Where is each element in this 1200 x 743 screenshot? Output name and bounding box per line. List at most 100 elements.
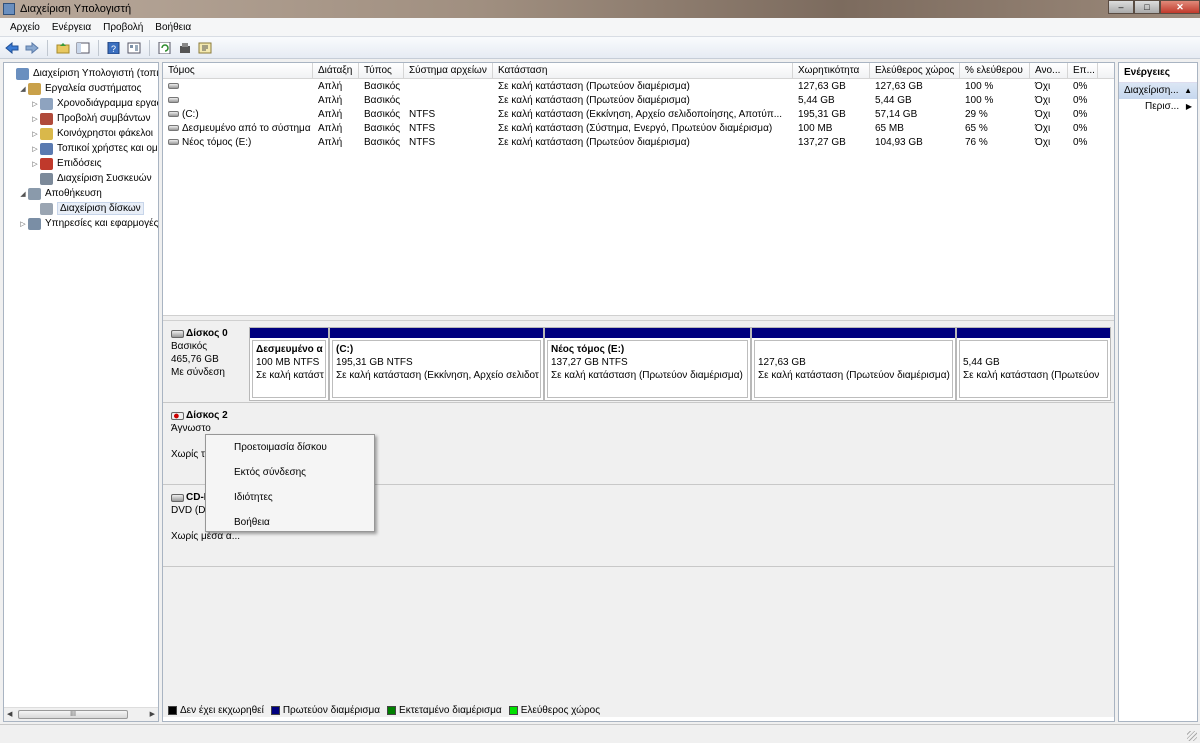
scroll-left-icon[interactable]: ◀	[7, 710, 12, 718]
cell-free-space: 104,93 GB	[870, 136, 960, 150]
column-header-fault-tolerance[interactable]: Ανο...	[1030, 63, 1068, 79]
column-header-capacity[interactable]: Χωρητικότητα	[793, 63, 870, 79]
column-header-overhead[interactable]: Επ...	[1068, 63, 1098, 79]
tree-item-device-manager[interactable]: Διαχείριση Συσκευών	[30, 171, 152, 186]
menu-help[interactable]: Βοήθεια	[149, 22, 197, 33]
scroll-right-icon[interactable]: ▶	[150, 710, 155, 718]
table-row[interactable]: (C:) Απλή Βασικός NTFS Σε καλή κατάσταση (Εκ…	[163, 108, 1114, 122]
table-row[interactable]: Δεσμευμένο από το σύστημα Απλή Βασικός NTFS…	[163, 122, 1114, 136]
actions-more-label: Περισ...	[1145, 101, 1180, 112]
cell-text: Όχι	[1035, 137, 1051, 148]
cell-status: Σε καλή κατάσταση (Εκκίνηση, Αρχείο σελι…	[493, 108, 793, 122]
navigation-tree: Διαχείριση Υπολογιστή (τοπικ ◢ Εργαλεία συ…	[3, 62, 159, 722]
collapsed-arrow-icon[interactable]: ▷	[30, 145, 40, 153]
back-icon[interactable]	[4, 40, 20, 56]
tree-horizontal-scrollbar[interactable]: ◀ III ▶	[4, 707, 158, 721]
menu-item-offline[interactable]: Εκτός σύνδεσης	[206, 462, 374, 487]
table-row[interactable]: Απλή Βασικός Σε καλή κατάσταση (Πρωτεύον δ…	[163, 94, 1114, 108]
minimize-button[interactable]: –	[1108, 0, 1134, 14]
menu-action[interactable]: Ενέργεια	[46, 22, 97, 33]
cell-layout: Απλή	[313, 122, 359, 136]
collapsed-arrow-icon[interactable]: ▷	[30, 100, 40, 108]
menu-view[interactable]: Προβολή	[97, 22, 149, 33]
legend-item-primary-partition: Πρωτεύον διαμέρισμα	[270, 704, 381, 716]
legend-label: Πρωτεύον διαμέρισμα	[282, 704, 381, 716]
partition-block[interactable]: Νέος τόμος (E:) 137,27 GB NTFS Σε καλή κατ…	[544, 327, 751, 401]
disk-info-line: Βασικός	[171, 341, 208, 352]
svg-text:?: ?	[111, 44, 116, 54]
column-header-volume[interactable]: Τόμος	[163, 63, 313, 79]
export-icon[interactable]	[197, 40, 213, 56]
tree-item-system-tools[interactable]: ◢ Εργαλεία συστήματος	[18, 81, 141, 96]
primary-partition-bar	[330, 328, 543, 338]
collapsed-arrow-icon[interactable]: ▷	[30, 160, 40, 168]
partition-block[interactable]: 5,44 GB Σε καλή κατάσταση (Πρωτεύον	[956, 327, 1111, 401]
cell-text: Απλή	[318, 81, 343, 92]
column-header-file-system[interactable]: Σύστημα αρχείων	[404, 63, 493, 79]
tree-item-event-viewer[interactable]: ▷ Προβολή συμβάντων	[30, 111, 151, 126]
tree-item-services-applications[interactable]: ▷ Υπηρεσίες και εφαρμογές	[18, 216, 158, 231]
cell-text: 0%	[1073, 109, 1088, 120]
menu-item-properties[interactable]: Ιδιότητες	[206, 487, 374, 512]
tree-item-performance[interactable]: ▷ Επιδόσεις	[30, 156, 102, 171]
cell-type: Βασικός	[359, 80, 404, 94]
services-applications-icon	[28, 217, 41, 230]
volume-icon	[168, 111, 179, 118]
collapsed-arrow-icon[interactable]: ▷	[30, 115, 40, 123]
device-manager-icon	[40, 172, 53, 185]
up-folder-icon[interactable]	[55, 40, 71, 56]
cell-text: 0%	[1073, 137, 1088, 148]
partition-name: (C:)	[336, 344, 354, 355]
column-header-status[interactable]: Κατάσταση	[493, 63, 793, 79]
partition-body: Νέος τόμος (E:) 137,27 GB NTFS Σε καλή κατ…	[547, 340, 748, 398]
cell-text: 0%	[1073, 95, 1088, 106]
menu-bar: Αρχείο Ενέργεια Προβολή Βοήθεια	[0, 18, 1200, 37]
disk-label[interactable]: Δίσκος 0 Βασικός 465,76 GB Με σύνδεση	[165, 325, 247, 401]
cell-text: Σε καλή κατάσταση (Πρωτεύον διαμέρισμα)	[498, 137, 690, 148]
actions-section-disk-management[interactable]: Διαχείριση... ▲	[1119, 83, 1197, 99]
refresh-icon[interactable]	[157, 40, 173, 56]
tree-item-label: Αποθήκευση	[45, 188, 102, 199]
partition-block[interactable]: 127,63 GB Σε καλή κατάσταση (Πρωτεύον δια…	[751, 327, 956, 401]
expanded-arrow-icon[interactable]: ◢	[18, 190, 28, 198]
partition-block[interactable]: Δεσμευμένο α 100 MB NTFS Σε καλή κατάστ	[249, 327, 329, 401]
close-button[interactable]: ✕	[1160, 0, 1200, 14]
show-hide-tree-icon[interactable]	[75, 40, 91, 56]
forward-icon[interactable]	[24, 40, 40, 56]
tree-item-task-scheduler[interactable]: ▷ Χρονοδιάγραμμα εργασ	[30, 96, 158, 111]
collapse-up-icon[interactable]: ▲	[1184, 83, 1192, 99]
cell-free-space: 5,44 GB	[870, 94, 960, 108]
title-bar: Διαχείριση Υπολογιστή – □ ✕	[0, 0, 1200, 18]
menu-item-initialize-disk[interactable]: Προετοιμασία δίσκου	[206, 437, 374, 462]
cell-overhead: 0%	[1068, 80, 1098, 94]
column-header-type[interactable]: Τύπος	[359, 63, 404, 79]
tree-item-local-users-groups[interactable]: ▷ Τοπικοί χρήστες και ομ	[30, 141, 158, 156]
expanded-arrow-icon[interactable]: ◢	[18, 85, 28, 93]
cell-status: Σε καλή κατάσταση (Πρωτεύον διαμέρισμα)	[493, 136, 793, 150]
cell-overhead: 0%	[1068, 108, 1098, 122]
column-header-free-space[interactable]: Ελεύθερος χώρος	[870, 63, 960, 79]
column-header-layout[interactable]: Διάταξη	[313, 63, 359, 79]
table-row[interactable]: Νέος τόμος (E:) Απλή Βασικός NTFS Σε καλή κα…	[163, 136, 1114, 150]
tree-item-disk-management[interactable]: Διαχείριση δίσκων	[30, 201, 144, 216]
help-icon[interactable]: ?	[106, 40, 122, 56]
cell-text: 137,27 GB	[798, 137, 846, 148]
collapsed-arrow-icon[interactable]: ▷	[30, 130, 40, 138]
menu-item-help[interactable]: Βοήθεια	[206, 512, 374, 537]
properties-icon[interactable]	[126, 40, 142, 56]
menu-file[interactable]: Αρχείο	[4, 22, 46, 33]
settings-icon[interactable]	[177, 40, 193, 56]
table-row[interactable]: Απλή Βασικός Σε καλή κατάσταση (Πρωτεύον δ…	[163, 80, 1114, 94]
tree-item-label: Επιδόσεις	[57, 158, 102, 169]
scrollbar-thumb[interactable]: III	[18, 710, 128, 719]
resize-grip-icon[interactable]	[1187, 731, 1197, 741]
tree-item-computer-management[interactable]: Διαχείριση Υπολογιστή (τοπικ	[6, 66, 158, 81]
actions-more-link[interactable]: Περισ... ▶	[1119, 99, 1197, 115]
tree-item-storage[interactable]: ◢ Αποθήκευση	[18, 186, 102, 201]
partition-block[interactable]: (C:) 195,31 GB NTFS Σε καλή κατάσταση (Εκκ…	[329, 327, 544, 401]
maximize-button[interactable]: □	[1134, 0, 1160, 14]
tree-item-shared-folders[interactable]: ▷ Κοινόχρηστοι φάκελοι	[30, 126, 153, 141]
tree-item-label: Τοπικοί χρήστες και ομ	[57, 143, 158, 154]
collapsed-arrow-icon[interactable]: ▷	[18, 220, 28, 228]
column-header-percent-free[interactable]: % ελεύθερου	[960, 63, 1030, 79]
